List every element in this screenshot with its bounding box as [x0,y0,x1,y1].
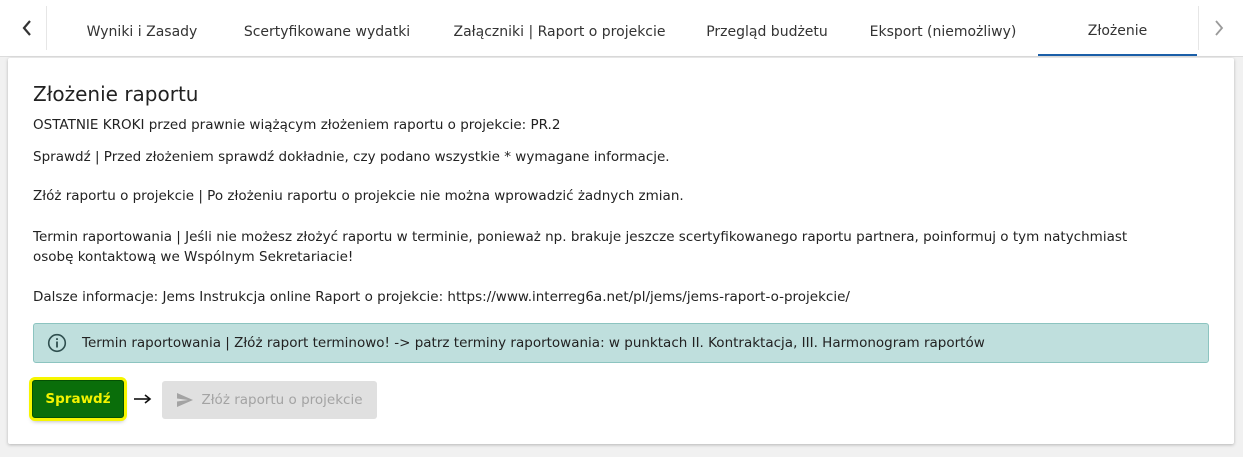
tabs-prev-button[interactable] [7,6,47,50]
chevron-right-icon [1213,19,1225,37]
chevron-left-icon [21,19,33,37]
tab-submission[interactable]: Złożenie [1038,8,1197,56]
tab-certified-expenditure[interactable]: Scertyfikowane wydatki [222,8,432,56]
further-information: Dalsze informacje: Jems Instrukcja onlin… [33,289,850,305]
submit-report-label: Złóż raportu o projekcie [201,392,363,408]
submission-card: Złożenie raportu OSTATNIE KROKI przed pr… [8,58,1234,444]
tabs-next-button[interactable] [1198,6,1238,50]
subtitle: OSTATNIE KROKI przed prawnie wiążącym zł… [33,117,561,133]
tab-attachments[interactable]: Załączniki | Raport o projekcie [437,8,682,56]
tab-results-principles[interactable]: Wyniki i Zasady [67,8,217,56]
check-instruction: Sprawdź | Przed złożeniem sprawdź dokład… [33,149,670,165]
tab-budget-overview[interactable]: Przegląd budżetu [692,8,842,56]
page-title: Złożenie raportu [33,82,199,106]
submit-instruction: Złóż raportu o projekcie | Po złożeniu r… [33,188,684,204]
submit-report-button[interactable]: Złóż raportu o projekcie [162,381,377,419]
info-circle-icon [47,333,67,353]
alert-text: Termin raportowania | Złóż raport termin… [82,335,985,351]
tab-bar: Wyniki i Zasady Scertyfikowane wydatki Z… [0,0,1243,57]
tab-export[interactable]: Eksport (niemożliwy) [852,8,1034,56]
deadline-alert: Termin raportowania | Złóż raport termin… [33,323,1209,363]
deadline-instruction: Termin raportowania | Jeśli nie możesz z… [33,229,1128,265]
check-button[interactable]: Sprawdź [32,380,124,418]
arrow-right-icon [133,391,153,405]
send-icon [176,392,194,408]
